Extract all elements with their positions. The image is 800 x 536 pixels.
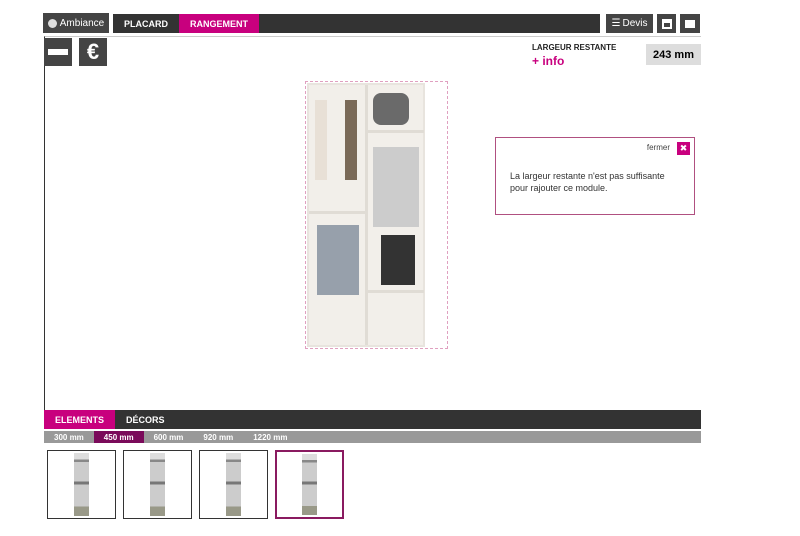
top-nav: PLACARD RANGEMENT	[113, 14, 600, 33]
module-thumbnail[interactable]	[47, 450, 116, 519]
comment-button[interactable]	[680, 14, 700, 33]
size-300[interactable]: 300 mm	[44, 431, 94, 443]
module-image	[226, 453, 241, 516]
remaining-width-label: LARGEUR RESTANTE	[532, 43, 617, 52]
tab-elements[interactable]: ELEMENTS	[44, 410, 116, 429]
ambiance-label: Ambiance	[59, 17, 105, 29]
save-button[interactable]	[657, 14, 676, 33]
module-image	[302, 454, 317, 515]
list-icon: ☰	[611, 18, 621, 29]
size-920[interactable]: 920 mm	[193, 431, 243, 443]
devis-label: Devis	[622, 18, 648, 29]
clothes-image	[315, 100, 327, 180]
size-filter: 300 mm 450 mm 600 mm 920 mm 1220 mm	[44, 431, 701, 443]
wardrobe-preview[interactable]	[305, 81, 448, 349]
module-image	[150, 453, 165, 516]
tab-rangement[interactable]: RANGEMENT	[179, 14, 259, 33]
minus-icon	[48, 49, 68, 55]
close-button[interactable]: ✖	[677, 142, 690, 155]
module-thumbnail[interactable]	[199, 450, 268, 519]
module-thumbnail[interactable]	[123, 450, 192, 519]
close-label[interactable]: fermer	[647, 143, 670, 152]
module-thumbnail-selected[interactable]	[275, 450, 344, 519]
popup-message: La largeur restante n'est pas suffisante…	[510, 171, 665, 193]
speech-bubble-icon	[685, 19, 695, 28]
info-link[interactable]: + info	[532, 54, 564, 68]
size-600[interactable]: 600 mm	[144, 431, 194, 443]
size-1220[interactable]: 1220 mm	[243, 431, 297, 443]
floppy-disk-icon	[661, 18, 672, 29]
size-450[interactable]: 450 mm	[93, 431, 144, 443]
tab-decors[interactable]: DÉCORS	[115, 410, 176, 429]
bottom-tabs: ELEMENTS DÉCORS	[44, 410, 701, 429]
warning-popup: fermer ✖ La largeur restante n'est pas s…	[495, 137, 695, 215]
remove-button[interactable]	[44, 38, 72, 66]
tab-placard[interactable]: PLACARD	[113, 14, 179, 33]
remaining-width-value: 243 mm	[646, 44, 701, 65]
globe-icon	[47, 18, 57, 28]
ambiance-button[interactable]: Ambiance	[43, 13, 109, 33]
module-image	[74, 453, 89, 516]
price-button[interactable]: €	[79, 38, 107, 66]
devis-button[interactable]: ☰ Devis	[606, 14, 653, 33]
close-icon: ✖	[679, 143, 688, 153]
